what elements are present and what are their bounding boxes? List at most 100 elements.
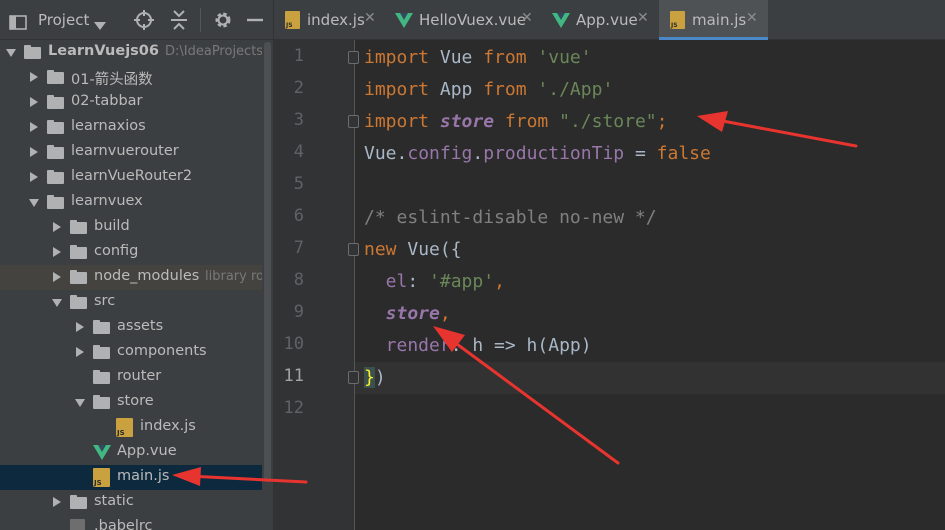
minimize-icon[interactable]: [246, 10, 264, 30]
expand-down-icon[interactable]: [6, 49, 16, 57]
folder-icon: [93, 320, 110, 334]
expand-right-icon[interactable]: [53, 272, 61, 282]
code-token: :: [407, 271, 430, 292]
expand-right-icon[interactable]: [30, 172, 38, 182]
tree-item[interactable]: src: [0, 290, 273, 315]
tree-item[interactable]: 02-tabbar: [0, 90, 273, 115]
code-token: import: [364, 47, 430, 68]
folder-icon: [24, 45, 41, 59]
tree-item[interactable]: LearnVuejs06 D:\IdeaProjects\st: [0, 40, 273, 65]
js-file-icon: JS: [116, 418, 133, 437]
code-token: ;: [656, 111, 668, 132]
code-token: store: [364, 303, 440, 324]
tree-item-label: learnVueRouter2: [71, 168, 193, 184]
editor-tab[interactable]: JS main.js ✕: [659, 0, 768, 40]
expand-right-icon[interactable]: [53, 222, 61, 232]
code-line: Vue.config.productionTip = false: [364, 143, 711, 165]
close-icon[interactable]: ✕: [746, 10, 758, 26]
project-view-title[interactable]: Project: [38, 11, 89, 29]
close-icon[interactable]: ✕: [521, 10, 533, 26]
expand-right-icon[interactable]: [30, 97, 38, 107]
expand-right-icon[interactable]: [30, 72, 38, 82]
target-icon[interactable]: [134, 10, 154, 30]
fold-marker-icon[interactable]: [348, 51, 359, 64]
tree-item-label: learnaxios: [71, 118, 146, 134]
expand-down-icon[interactable]: [29, 199, 39, 207]
editor-tab[interactable]: App.vue ✕: [543, 0, 659, 40]
folder-icon: [93, 370, 110, 384]
expand-right-icon[interactable]: [76, 347, 84, 357]
tree-item[interactable]: learnvuex: [0, 190, 273, 215]
tree-item[interactable]: build: [0, 215, 273, 240]
tree-item-label: node_modules: [94, 268, 200, 284]
tree-item-label: 02-tabbar: [71, 93, 143, 109]
tree-item[interactable]: JS main.js: [0, 465, 273, 490]
gear-icon[interactable]: [213, 10, 233, 30]
tree-item[interactable]: components: [0, 340, 273, 365]
tree-item-label: router: [117, 368, 162, 384]
tree-item[interactable]: learnVueRouter2: [0, 165, 273, 190]
code-token: './App': [537, 79, 614, 100]
close-icon[interactable]: ✕: [637, 10, 649, 26]
tree-item[interactable]: node_modules library roo: [0, 265, 273, 290]
folder-icon: [47, 170, 64, 184]
expand-right-icon[interactable]: [53, 247, 61, 257]
tree-item-label: config: [94, 243, 139, 259]
fold-marker-icon[interactable]: [348, 243, 359, 256]
project-panel-icon: [9, 15, 27, 30]
tree-scrollbar[interactable]: [264, 42, 271, 482]
tree-item[interactable]: router: [0, 365, 273, 390]
fold-marker-icon[interactable]: [348, 115, 359, 128]
config-file-icon: [70, 519, 85, 530]
tree-item[interactable]: 01-箭头函数: [0, 65, 273, 90]
tree-item-label: .babelrc: [94, 518, 153, 530]
code-token: Vue.: [364, 143, 408, 164]
tab-label: index.js: [307, 11, 365, 29]
tree-item-label: build: [94, 218, 130, 234]
tree-item[interactable]: App.vue: [0, 440, 273, 465]
tree-item[interactable]: assets: [0, 315, 273, 340]
expand-right-icon[interactable]: [30, 147, 38, 157]
line-number: 2: [293, 78, 304, 98]
code-token: import: [364, 111, 430, 132]
chevron-down-icon[interactable]: [94, 16, 106, 36]
code-editor[interactable]: 1 2 3 4 5 6 7 8 9 10 11 12 import Vue from 'vue' imp…: [274, 40, 945, 530]
collapse-icon[interactable]: [170, 10, 188, 30]
code-token: render: [364, 335, 451, 356]
tab-label: main.js: [692, 11, 747, 29]
folder-icon: [93, 345, 110, 359]
code-token: el: [364, 271, 408, 292]
expand-right-icon[interactable]: [30, 122, 38, 132]
line-number: 10: [283, 334, 304, 354]
line-number: 8: [293, 270, 304, 290]
expand-right-icon[interactable]: [76, 322, 84, 332]
tree-item[interactable]: learnaxios: [0, 115, 273, 140]
editor-tab[interactable]: HelloVuex.vue ✕: [386, 0, 543, 40]
code-token: from: [483, 47, 527, 68]
expand-right-icon[interactable]: [53, 497, 61, 507]
tree-item[interactable]: learnvuerouter: [0, 140, 273, 165]
line-number-gutter: 1 2 3 4 5 6 7 8 9 10 11 12: [274, 40, 354, 530]
expand-down-icon[interactable]: [52, 299, 62, 307]
code-line: import Vue from 'vue': [364, 47, 592, 69]
current-line-highlight: [355, 362, 945, 394]
tree-item[interactable]: store: [0, 390, 273, 415]
tree-item[interactable]: .babelrc: [0, 515, 273, 530]
code-token: config: [407, 143, 473, 164]
tree-item[interactable]: config: [0, 240, 273, 265]
code-token: ,: [494, 271, 505, 292]
folder-icon: [70, 270, 87, 284]
tree-item[interactable]: static: [0, 490, 273, 515]
line-number: 9: [293, 302, 304, 322]
fold-marker-icon[interactable]: [348, 371, 359, 384]
expand-down-icon[interactable]: [75, 399, 85, 407]
tree-item[interactable]: JS index.js: [0, 415, 273, 440]
folder-icon: [47, 70, 64, 84]
tree-item-label: learnvuex: [71, 193, 143, 209]
close-icon[interactable]: ✕: [364, 10, 376, 26]
line-number: 4: [293, 142, 304, 162]
editor-tab[interactable]: JS index.js ✕: [274, 0, 386, 40]
